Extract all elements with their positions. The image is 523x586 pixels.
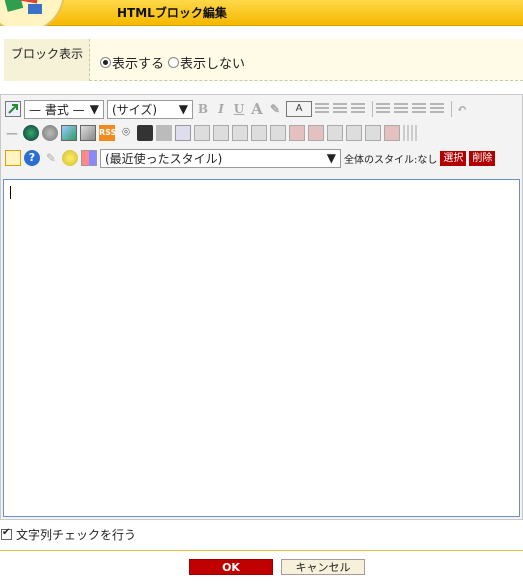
- video-icon[interactable]: [137, 125, 153, 141]
- check-text-checkbox[interactable]: [1, 527, 12, 540]
- block-display-options: 表示する 表示しない: [100, 53, 245, 72]
- table-cell-icon[interactable]: [270, 125, 286, 141]
- size-select[interactable]: (サイズ) ▼: [107, 99, 193, 119]
- italic-icon[interactable]: I: [214, 102, 228, 116]
- html-editor: — 書式 — ▼ (サイズ) ▼ B I U A ✎ A ↶ — RSS ⌾ ?…: [0, 94, 523, 520]
- block-display-label: ブロック表示: [4, 39, 90, 81]
- table-row-icon[interactable]: [232, 125, 248, 141]
- underline-icon[interactable]: U: [232, 102, 246, 116]
- separator: [451, 101, 452, 117]
- title-bar: HTMLブロック編集: [0, 0, 523, 26]
- cancel-button[interactable]: キャンセル: [281, 559, 365, 575]
- form-icon[interactable]: [175, 125, 191, 141]
- bold-icon[interactable]: B: [196, 102, 210, 116]
- style-palette-icon[interactable]: [81, 150, 97, 166]
- highlight-icon[interactable]: ✎: [268, 102, 282, 116]
- toolbar-row-2: — RSS ⌾: [5, 122, 422, 144]
- horizontal-rule-icon[interactable]: —: [5, 126, 19, 140]
- ordered-list-icon[interactable]: [376, 103, 390, 115]
- help-icon[interactable]: ?: [24, 150, 40, 166]
- recent-style-select[interactable]: (最近使ったスタイル) ▼: [100, 148, 341, 168]
- table-delete-row-icon[interactable]: [289, 125, 305, 141]
- chevron-down-icon: ▼: [89, 102, 99, 116]
- grid-icon[interactable]: [403, 125, 419, 141]
- check-text-row: 文字列チェックを行う: [0, 526, 136, 543]
- show-radio-label[interactable]: 表示する: [112, 53, 164, 72]
- eraser-icon[interactable]: ✎: [43, 150, 59, 166]
- flash-icon[interactable]: [156, 125, 172, 141]
- format-select-value: — 書式 —: [29, 102, 85, 117]
- check-text-label[interactable]: 文字列チェックを行う: [16, 526, 136, 543]
- font-size-box-icon[interactable]: A: [286, 101, 312, 117]
- block-display-row: ブロック表示 表示する 表示しない: [4, 39, 523, 81]
- hide-radio[interactable]: [168, 57, 180, 68]
- format-select[interactable]: — 書式 — ▼: [24, 99, 104, 119]
- table-split-icon[interactable]: [346, 125, 362, 141]
- unlink-icon[interactable]: [42, 125, 58, 141]
- footer-divider: [0, 550, 523, 551]
- overall-style-label: 全体のスタイル:なし: [344, 154, 438, 166]
- indent-icon[interactable]: [430, 103, 444, 115]
- table-col-icon[interactable]: [251, 125, 267, 141]
- image-edit-icon[interactable]: [80, 125, 96, 141]
- toolbar-row-3: ? ✎ (最近使ったスタイル) ▼ 全体のスタイル:なし 選択 削除: [5, 147, 496, 169]
- toolbar-row-1: — 書式 — ▼ (サイズ) ▼ B I U A ✎ A ↶: [5, 98, 473, 120]
- show-radio[interactable]: [100, 57, 111, 68]
- table-cell-merge-icon[interactable]: [365, 125, 381, 141]
- chevron-down-icon: ▼: [178, 102, 188, 116]
- globe-link-icon[interactable]: [23, 125, 39, 141]
- style-delete-button[interactable]: 削除: [469, 150, 496, 166]
- cleanup-icon[interactable]: [5, 150, 21, 166]
- source-toggle-icon[interactable]: [5, 101, 21, 117]
- ok-button[interactable]: OK: [189, 559, 273, 575]
- align-left-icon[interactable]: [315, 103, 329, 115]
- hide-radio-label[interactable]: 表示しない: [180, 53, 245, 72]
- size-select-value: (サイズ): [112, 102, 158, 117]
- chevron-down-icon: ▼: [326, 151, 336, 165]
- align-right-icon[interactable]: [351, 103, 365, 115]
- outdent-icon[interactable]: [412, 103, 426, 115]
- attachment-icon[interactable]: ⌾: [118, 125, 134, 141]
- app-logo-icon: [0, 0, 65, 26]
- image-icon[interactable]: [61, 125, 77, 141]
- page-title: HTMLブロック編集: [117, 6, 227, 20]
- undo-icon[interactable]: ↶: [455, 102, 469, 116]
- text-caret: [10, 186, 11, 199]
- emoji-icon[interactable]: [62, 150, 78, 166]
- separator: [372, 101, 373, 117]
- table-props-icon[interactable]: [213, 125, 229, 141]
- recent-style-value: (最近使ったスタイル): [105, 151, 223, 166]
- rss-icon[interactable]: RSS: [99, 125, 116, 141]
- font-color-icon[interactable]: A: [250, 102, 264, 117]
- table-merge-icon[interactable]: [327, 125, 343, 141]
- table-delete-icon[interactable]: [384, 125, 400, 141]
- table-delete-col-icon[interactable]: [308, 125, 324, 141]
- unordered-list-icon[interactable]: [394, 103, 408, 115]
- style-select-button[interactable]: 選択: [440, 150, 467, 166]
- align-center-icon[interactable]: [333, 103, 347, 115]
- table-insert-icon[interactable]: [194, 125, 210, 141]
- editor-textarea[interactable]: [3, 179, 520, 517]
